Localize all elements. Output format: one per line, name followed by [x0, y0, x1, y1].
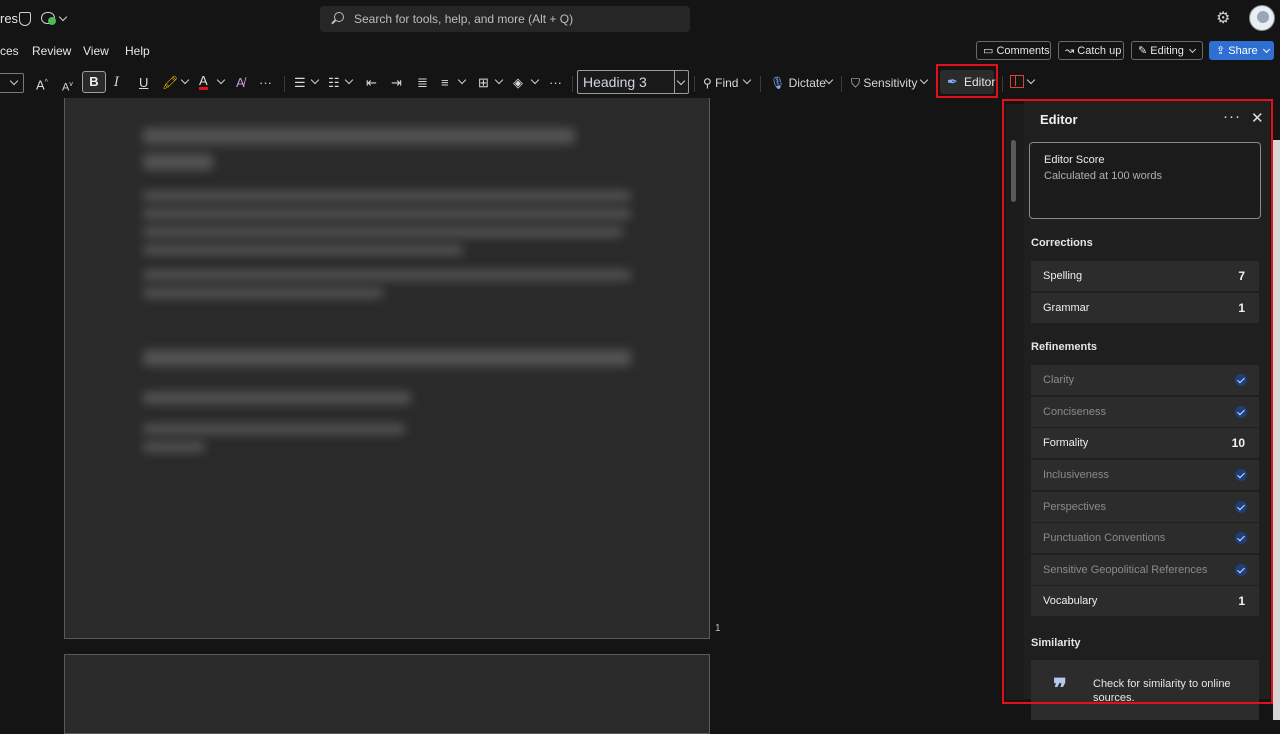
search-icon: ⚲: [703, 76, 716, 90]
shrink-font-button[interactable]: Av: [62, 76, 73, 94]
blurred-text: [143, 245, 463, 255]
increase-indent-icon[interactable]: ⇥: [391, 74, 402, 92]
document-title[interactable]: res: [0, 11, 18, 26]
document-page[interactable]: [64, 98, 710, 639]
chevron-down-icon: [9, 76, 19, 86]
find-label: Find: [715, 76, 739, 90]
search-placeholder: Search for tools, help, and more (Alt + …: [354, 12, 574, 26]
comments-label: Comments: [996, 45, 1050, 57]
blurred-text: [143, 424, 405, 434]
style-select[interactable]: Heading 3: [577, 70, 689, 94]
menu-view[interactable]: View: [83, 44, 109, 58]
find-button[interactable]: ⚲ Find: [703, 74, 738, 92]
underline-button[interactable]: U: [139, 74, 148, 92]
divider: [1002, 76, 1003, 92]
chevron-down-icon: [676, 76, 686, 86]
page-number: 1: [715, 623, 721, 634]
catch-up-button[interactable]: ↝ Catch up: [1058, 41, 1124, 60]
chevron-down-icon[interactable]: [310, 75, 320, 85]
bullets-icon[interactable]: ☰: [294, 74, 306, 92]
divider: [841, 76, 842, 92]
style-value: Heading 3: [583, 74, 647, 90]
blurred-heading: [143, 350, 631, 366]
editing-label: Editing: [1150, 45, 1184, 57]
shading-icon[interactable]: ◈: [513, 74, 523, 92]
saved-check-icon: [48, 17, 56, 25]
font-size-select[interactable]: [0, 73, 24, 93]
shield-icon[interactable]: [19, 12, 31, 26]
catch-up-icon: ↝: [1065, 45, 1078, 57]
catch-up-label: Catch up: [1077, 45, 1122, 57]
blurred-text: [143, 270, 631, 280]
chevron-down-icon[interactable]: [494, 75, 504, 85]
add-ins-icon[interactable]: [1010, 75, 1024, 88]
chevron-down-icon[interactable]: [530, 75, 540, 85]
chevron-down-icon[interactable]: [180, 75, 190, 85]
blurred-heading: [143, 128, 575, 144]
chevron-down-icon[interactable]: [58, 12, 68, 22]
decrease-indent-icon[interactable]: ⇤: [366, 74, 377, 92]
font-color-icon[interactable]: A: [199, 74, 208, 90]
chevron-down-icon[interactable]: [344, 75, 354, 85]
chevron-down-icon[interactable]: [457, 75, 467, 85]
chevron-down-icon[interactable]: [824, 75, 834, 85]
avatar[interactable]: [1249, 5, 1275, 31]
microphone-icon: 🎙︎: [770, 76, 789, 90]
editing-mode-button[interactable]: ✎ Editing: [1131, 41, 1203, 60]
chevron-down-icon[interactable]: [1026, 75, 1036, 85]
share-icon: ⇪: [1216, 45, 1229, 57]
blurred-text: [143, 442, 205, 452]
italic-button[interactable]: I: [114, 74, 119, 92]
title-bar: res Search for tools, help, and more (Al…: [0, 0, 1280, 38]
align-icon[interactable]: ≡: [441, 74, 449, 92]
chevron-down-icon: [1262, 45, 1270, 54]
blurred-text: [143, 288, 383, 298]
multilevel-list-icon[interactable]: ≣: [417, 74, 428, 92]
grow-font-label: A: [36, 77, 45, 93]
dictate-button[interactable]: 🎙︎ Dictate: [770, 74, 826, 92]
sensitivity-icon: ⛉: [851, 76, 864, 90]
chevron-down-icon[interactable]: [216, 75, 226, 85]
borders-icon[interactable]: ⊞: [478, 74, 489, 92]
divider: [284, 76, 285, 92]
bold-button[interactable]: B: [82, 71, 106, 93]
sensitivity-button[interactable]: ⛉ Sensitivity: [851, 74, 917, 92]
comments-button[interactable]: ▭ Comments: [976, 41, 1051, 60]
chevron-down-icon[interactable]: [919, 75, 929, 85]
sensitivity-label: Sensitivity: [863, 76, 918, 90]
divider: [694, 76, 695, 92]
comment-icon: ▭: [983, 45, 997, 57]
highlight-box-editor-pane: [1002, 99, 1273, 704]
clear-formatting-icon[interactable]: A̸: [236, 74, 245, 92]
blurred-heading: [143, 154, 213, 170]
highlight-icon[interactable]: 🖍: [162, 74, 179, 92]
style-dropdown[interactable]: [674, 71, 688, 93]
divider: [572, 76, 573, 92]
search-box[interactable]: Search for tools, help, and more (Alt + …: [320, 6, 690, 32]
grow-font-button[interactable]: A^: [36, 74, 48, 92]
blurred-text: [143, 209, 631, 219]
blurred-text: [143, 227, 623, 237]
share-button[interactable]: ⇪ Share: [1209, 41, 1274, 60]
more-font-options-icon[interactable]: ···: [259, 74, 272, 92]
highlight-box-editor-button: [936, 64, 998, 98]
pencil-icon: ✎: [1138, 45, 1151, 57]
window-edge: [1273, 140, 1280, 720]
document-page[interactable]: [64, 654, 710, 734]
menu-help[interactable]: Help: [125, 44, 150, 58]
gear-icon[interactable]: ⚙: [1216, 11, 1232, 27]
dictate-label: Dictate: [788, 76, 826, 90]
chevron-down-icon[interactable]: [742, 75, 752, 85]
menu-review[interactable]: Review: [32, 44, 71, 58]
numbering-icon[interactable]: ☷: [328, 74, 340, 92]
chevron-down-icon: [1188, 45, 1197, 54]
share-label: Share: [1228, 45, 1258, 57]
blurred-text: [143, 392, 411, 404]
more-paragraph-options-icon[interactable]: ···: [549, 74, 562, 92]
search-icon: [334, 12, 344, 22]
menu-references[interactable]: ces: [0, 44, 19, 58]
blurred-text: [143, 191, 631, 201]
divider: [760, 76, 761, 92]
